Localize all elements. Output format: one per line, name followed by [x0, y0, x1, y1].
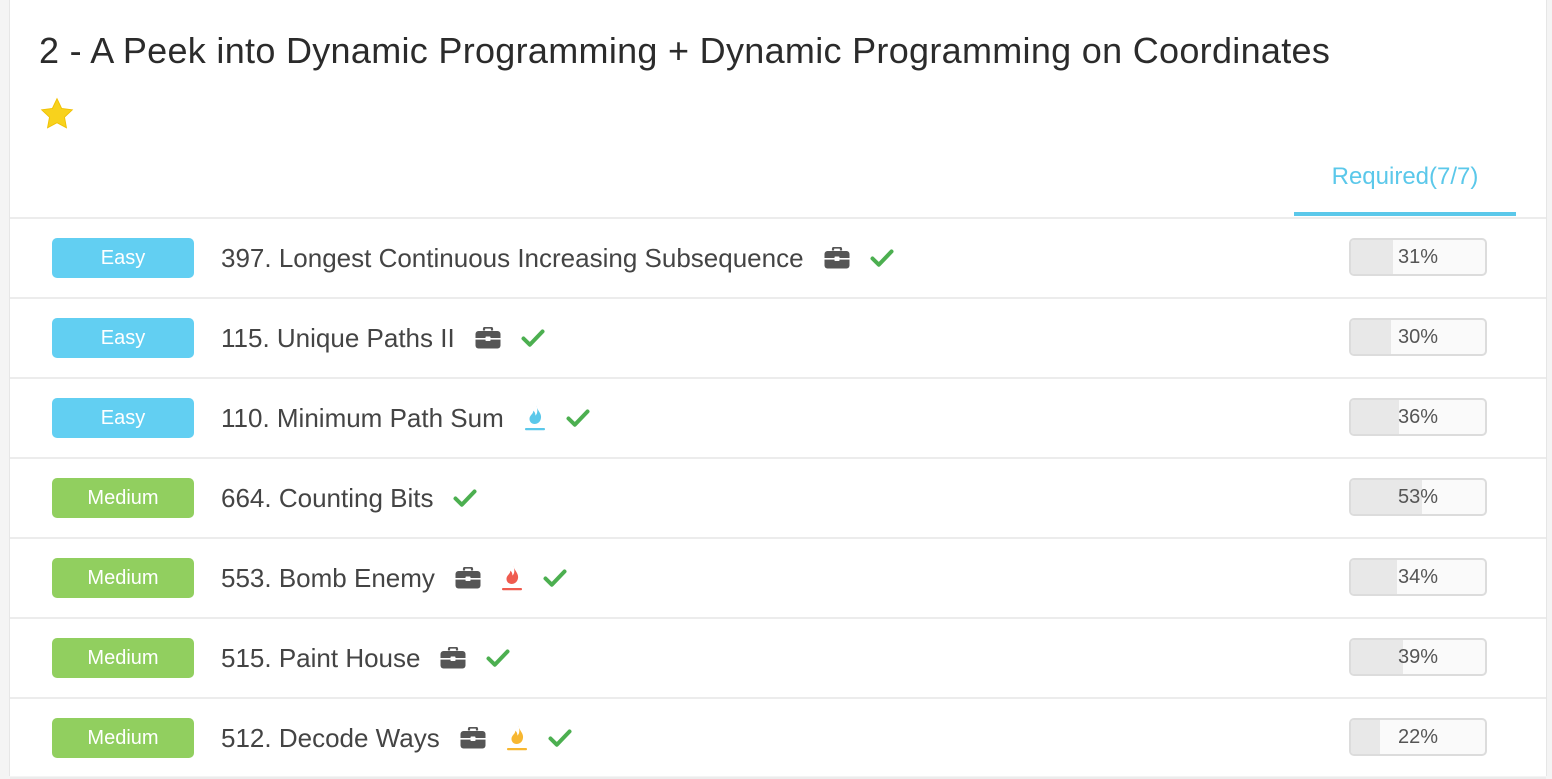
problem-title-link[interactable]: 512. Decode Ways	[221, 723, 440, 754]
difficulty-badge[interactable]: Medium	[52, 638, 194, 678]
tab-required[interactable]: Required(7/7)	[1294, 158, 1516, 216]
acceptance-rate-label: 34%	[1397, 566, 1439, 588]
difficulty-badge[interactable]: Easy	[52, 238, 194, 278]
problem-row: Medium 512. Decode Ways 22%	[10, 699, 1546, 779]
acceptance-rate-label: 30%	[1397, 326, 1439, 348]
check-icon	[521, 328, 545, 348]
check-icon	[453, 488, 477, 508]
problem-title-link[interactable]: 115. Unique Paths II	[221, 323, 455, 354]
problem-title-group: 664. Counting Bits	[221, 459, 477, 537]
acceptance-rate-label: 22%	[1397, 726, 1439, 748]
flame-orange-icon	[506, 724, 528, 752]
problem-title-group: 115. Unique Paths II	[221, 299, 545, 377]
acceptance-rate-bar: 30%	[1349, 318, 1487, 356]
problem-row: Easy 115. Unique Paths II 30%	[10, 299, 1546, 379]
problem-row: Easy 110. Minimum Path Sum 36%	[10, 379, 1546, 459]
check-icon	[486, 648, 510, 668]
problem-title-link[interactable]: 553. Bomb Enemy	[221, 563, 435, 594]
acceptance-rate-bar: 34%	[1349, 558, 1487, 596]
briefcase-icon	[475, 326, 501, 349]
star-icon[interactable]	[39, 96, 75, 132]
acceptance-rate-bar: 39%	[1349, 638, 1487, 676]
acceptance-rate-bar: 22%	[1349, 718, 1487, 756]
briefcase-icon	[460, 726, 486, 749]
difficulty-badge[interactable]: Easy	[52, 398, 194, 438]
problem-title-link[interactable]: 110. Minimum Path Sum	[221, 403, 504, 434]
flame-blue-icon	[524, 404, 546, 432]
briefcase-icon	[455, 566, 481, 589]
acceptance-rate-bar: 31%	[1349, 238, 1487, 276]
problem-list: Easy 397. Longest Continuous Increasing S…	[10, 219, 1546, 779]
acceptance-rate-label: 53%	[1397, 486, 1439, 508]
difficulty-badge[interactable]: Medium	[52, 558, 194, 598]
check-icon	[870, 248, 894, 268]
acceptance-rate-label: 39%	[1397, 646, 1439, 668]
difficulty-badge[interactable]: Easy	[52, 318, 194, 358]
problem-title-group: 512. Decode Ways	[221, 699, 572, 777]
check-icon	[543, 568, 567, 588]
acceptance-rate-bar: 53%	[1349, 478, 1487, 516]
acceptance-rate-label: 31%	[1397, 246, 1439, 268]
briefcase-icon	[824, 246, 850, 269]
check-icon	[548, 728, 572, 748]
problem-row: Medium 553. Bomb Enemy 34%	[10, 539, 1546, 619]
problem-title-group: 397. Longest Continuous Increasing Subse…	[221, 219, 894, 297]
problem-title-link[interactable]: 515. Paint House	[221, 643, 420, 674]
check-icon	[566, 408, 590, 428]
problem-row: Medium 664. Counting Bits 53%	[10, 459, 1546, 539]
section-title: 2 - A Peek into Dynamic Programming + Dy…	[39, 30, 1331, 71]
difficulty-badge[interactable]: Medium	[52, 478, 194, 518]
acceptance-rate-bar: 36%	[1349, 398, 1487, 436]
problem-title-group: 515. Paint House	[221, 619, 510, 697]
problem-title-group: 553. Bomb Enemy	[221, 539, 567, 617]
problem-row: Medium 515. Paint House 39%	[10, 619, 1546, 699]
problem-title-group: 110. Minimum Path Sum	[221, 379, 590, 457]
problem-title-link[interactable]: 397. Longest Continuous Increasing Subse…	[221, 243, 804, 274]
acceptance-rate-label: 36%	[1397, 406, 1439, 428]
briefcase-icon	[440, 646, 466, 669]
flame-red-icon	[501, 564, 523, 592]
problem-title-link[interactable]: 664. Counting Bits	[221, 483, 433, 514]
problem-row: Easy 397. Longest Continuous Increasing S…	[10, 219, 1546, 299]
section-panel: 2 - A Peek into Dynamic Programming + Dy…	[9, 0, 1547, 779]
difficulty-badge[interactable]: Medium	[52, 718, 194, 758]
